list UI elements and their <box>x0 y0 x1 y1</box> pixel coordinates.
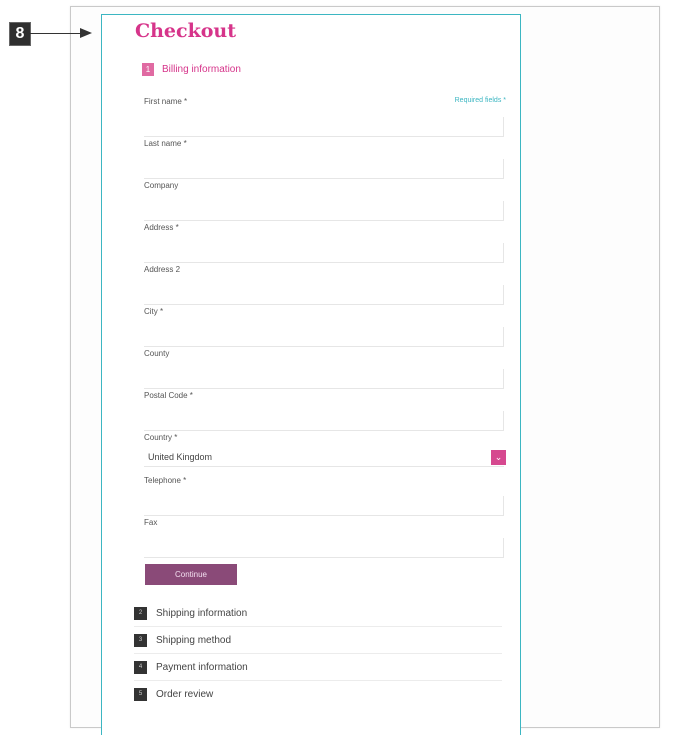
chevron-down-icon[interactable]: ⌄ <box>491 449 506 465</box>
county-field: County <box>144 349 504 389</box>
address-2-input[interactable] <box>144 285 504 305</box>
step-number-badge: 5 <box>134 687 147 701</box>
callout-arrow <box>30 33 82 34</box>
step-number-badge: 2 <box>134 606 147 620</box>
first-name-field: First name * <box>144 97 504 137</box>
fax-label: Fax <box>144 518 158 527</box>
last-name-label: Last name * <box>144 139 187 148</box>
postal-code-input[interactable] <box>144 411 504 431</box>
billing-section-header[interactable]: 1 Billing information <box>142 62 241 76</box>
company-input[interactable] <box>144 201 504 221</box>
step-number-badge: 4 <box>134 660 147 674</box>
step-shipping-method[interactable]: 3 Shipping method <box>134 632 231 648</box>
country-select[interactable]: United Kingdom ⌄ <box>144 448 506 467</box>
country-label: Country * <box>144 433 178 442</box>
step-number-badge: 1 <box>142 62 154 76</box>
fax-field: Fax <box>144 518 504 558</box>
address-2-label: Address 2 <box>144 265 181 274</box>
page-title: Checkout <box>135 20 237 42</box>
company-label: Company <box>144 181 179 190</box>
fax-input[interactable] <box>144 538 504 558</box>
arrow-head-icon <box>80 28 92 38</box>
telephone-field: Telephone * <box>144 476 504 516</box>
company-field: Company <box>144 181 504 221</box>
last-name-field: Last name * <box>144 139 504 179</box>
step-label: Payment information <box>156 661 248 673</box>
callout-number: 8 <box>9 22 31 46</box>
address-field: Address * <box>144 223 504 263</box>
step-divider <box>134 653 502 654</box>
county-label: County <box>144 349 170 358</box>
county-input[interactable] <box>144 369 504 389</box>
step-label: Shipping information <box>156 607 248 619</box>
step-label: Shipping method <box>156 634 232 646</box>
city-input[interactable] <box>144 327 504 347</box>
city-field: City * <box>144 307 504 347</box>
step-shipping-information[interactable]: 2 Shipping information <box>134 605 247 621</box>
address-label: Address * <box>144 223 179 232</box>
city-label: City * <box>144 307 164 316</box>
step-order-review[interactable]: 5 Order review <box>134 686 213 702</box>
address-2-field: Address 2 <box>144 265 504 305</box>
telephone-input[interactable] <box>144 496 504 516</box>
postal-code-field: Postal Code * <box>144 391 504 431</box>
first-name-input[interactable] <box>144 117 504 137</box>
country-field: Country * United Kingdom ⌄ <box>144 433 506 467</box>
step-payment-information[interactable]: 4 Payment information <box>134 659 248 675</box>
postal-code-label: Postal Code * <box>144 391 193 400</box>
first-name-label: First name * <box>144 97 188 106</box>
step-divider <box>134 680 502 681</box>
step-divider <box>134 626 502 627</box>
last-name-input[interactable] <box>144 159 504 179</box>
step-label: Order review <box>156 688 214 700</box>
address-input[interactable] <box>144 243 504 263</box>
country-selected-value: United Kingdom <box>148 452 213 462</box>
checkout-frame: Checkout 1 Billing information Required … <box>101 14 521 735</box>
continue-button[interactable]: Continue <box>145 564 237 585</box>
billing-section-label: Billing information <box>162 63 241 75</box>
step-number-badge: 3 <box>134 633 147 647</box>
telephone-label: Telephone * <box>144 476 187 485</box>
